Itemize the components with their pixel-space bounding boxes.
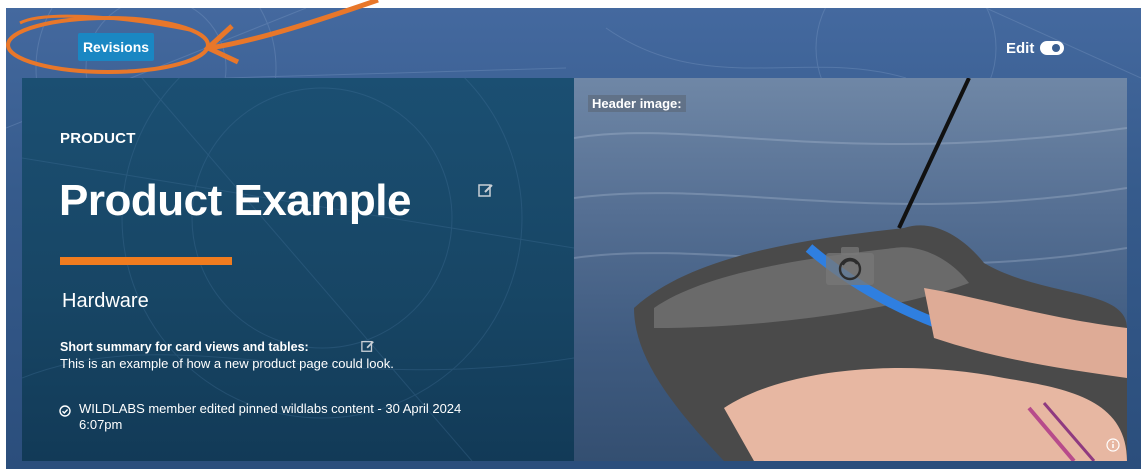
activity-text: WILDLABS member edited pinned wildlabs c… bbox=[79, 401, 461, 433]
header-image-label: Header image: bbox=[588, 95, 686, 112]
check-circle-icon bbox=[59, 405, 71, 417]
activity-entry: WILDLABS member edited pinned wildlabs c… bbox=[59, 401, 529, 433]
summary-label: Short summary for card views and tables: bbox=[60, 340, 309, 354]
page-title: Product Example bbox=[59, 176, 411, 225]
header-image-panel[interactable]: Header image: bbox=[574, 78, 1127, 461]
camera-icon[interactable] bbox=[824, 245, 876, 287]
summary-text: This is an example of how a new product … bbox=[60, 356, 394, 371]
edit-label: Edit bbox=[1006, 39, 1035, 57]
product-type-label: PRODUCT bbox=[60, 130, 136, 147]
product-header-card: PRODUCT Product Example Hardware Short s… bbox=[22, 78, 1127, 461]
edit-icon[interactable] bbox=[478, 182, 494, 198]
product-info-panel: PRODUCT Product Example Hardware Short s… bbox=[22, 78, 574, 461]
title-accent-bar bbox=[60, 257, 232, 265]
bottom-strip bbox=[6, 461, 1141, 469]
product-category: Hardware bbox=[62, 290, 149, 312]
activity-time: 6:07pm bbox=[79, 417, 123, 432]
edit-toggle[interactable]: Edit bbox=[1006, 38, 1065, 58]
edit-icon[interactable] bbox=[361, 339, 375, 353]
info-icon[interactable] bbox=[1106, 438, 1120, 452]
toggle-icon[interactable] bbox=[1040, 41, 1065, 55]
activity-line: WILDLABS member edited pinned wildlabs c… bbox=[79, 401, 462, 416]
revisions-button[interactable]: Revisions bbox=[78, 33, 154, 61]
